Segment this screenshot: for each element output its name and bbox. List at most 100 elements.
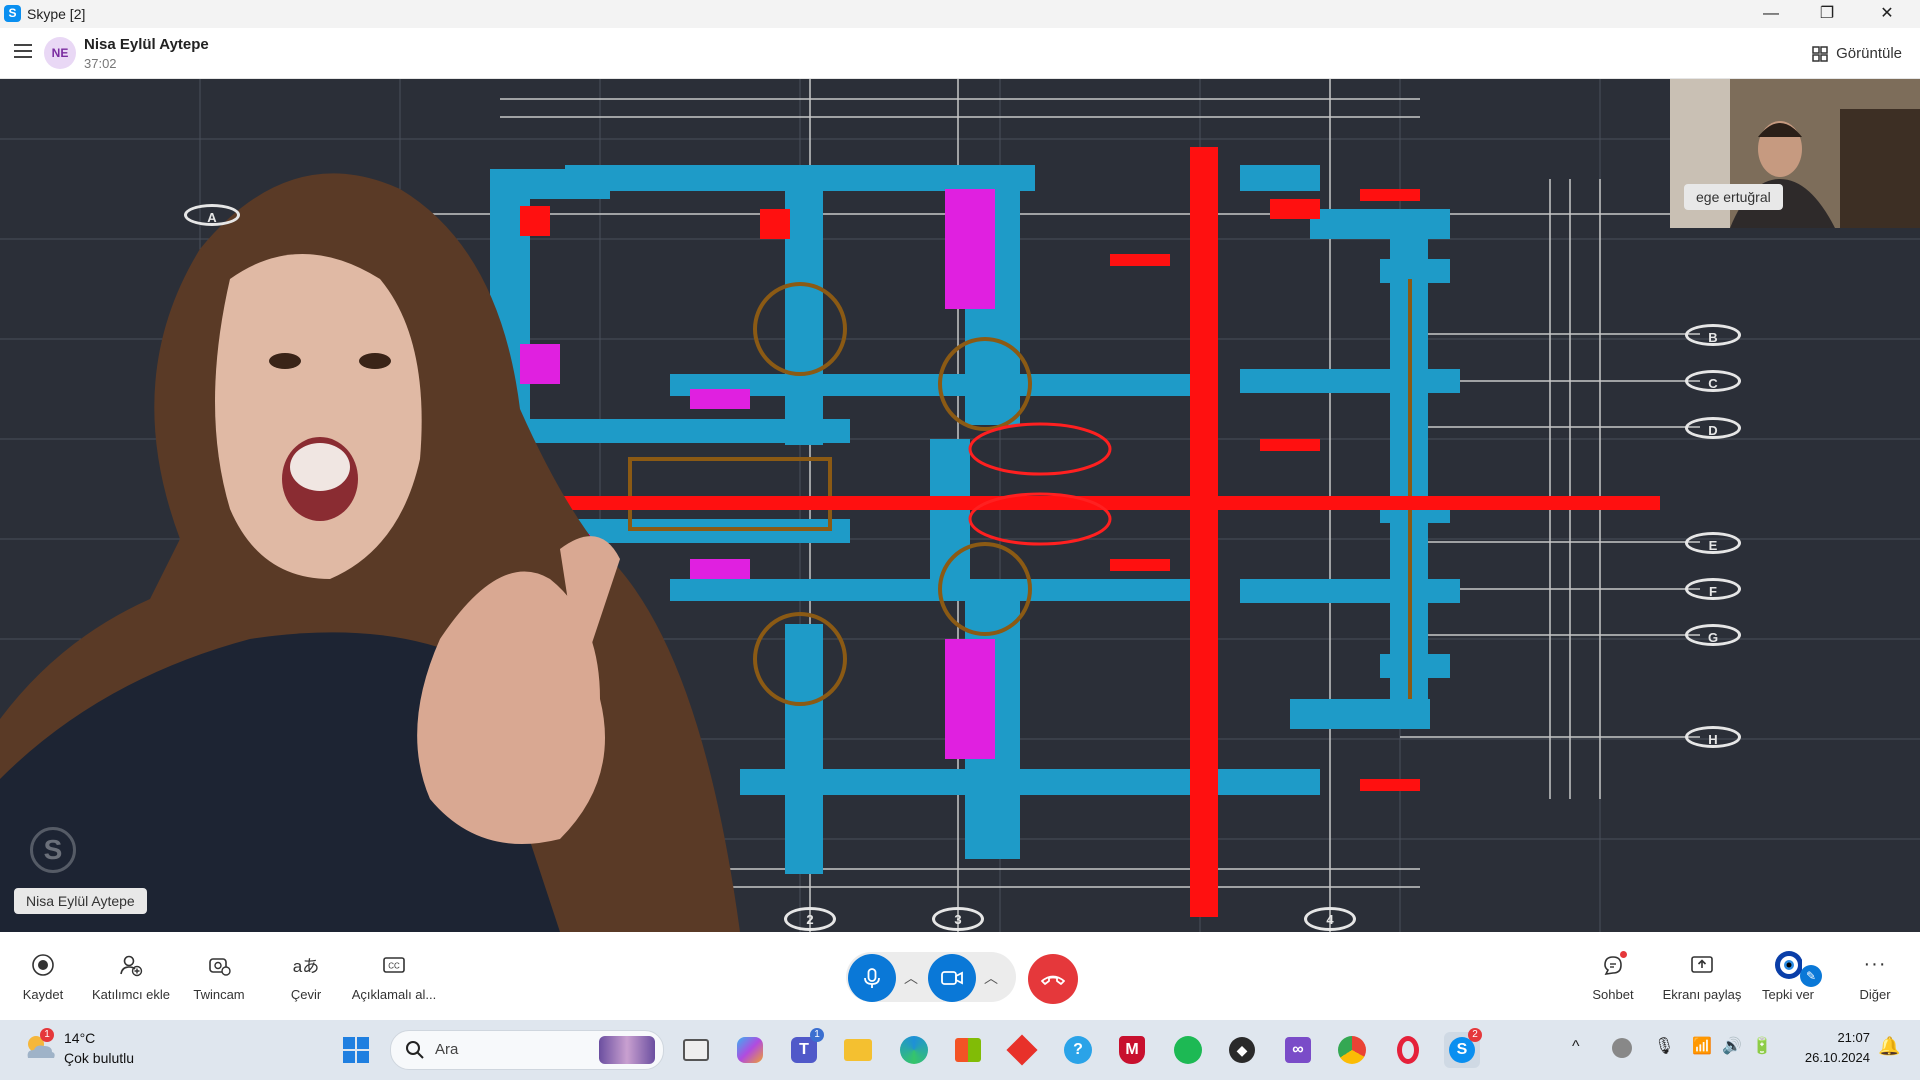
help-app[interactable]: ? <box>1060 1032 1096 1068</box>
spotify-app[interactable] <box>1170 1032 1206 1068</box>
clock-date[interactable]: 26.10.2024 <box>1790 1050 1870 1065</box>
reaction-button[interactable]: ✎ Tepki ver <box>1752 932 1824 1020</box>
view-button[interactable]: Görüntüle <box>1812 45 1902 62</box>
contact-avatar[interactable]: NE <box>44 37 76 69</box>
captions-button[interactable]: CC Açıklamalı al... <box>346 932 442 1020</box>
teams-app[interactable]: T1 <box>786 1028 824 1068</box>
grid-row-marker: C <box>1685 370 1741 392</box>
captions-label: Açıklamalı al... <box>351 986 437 1002</box>
microphone-button[interactable] <box>848 954 896 1002</box>
microphone-tray-icon[interactable]: 🎙 <box>1654 1036 1674 1056</box>
chat-icon <box>1599 950 1627 979</box>
call-timer: 37:02 <box>84 56 117 71</box>
grid-column-marker: 4 <box>1304 907 1356 931</box>
visual-studio-icon: ∞ <box>1285 1037 1311 1063</box>
grid-column-marker: 2 <box>784 907 836 931</box>
battery-icon[interactable]: 🔋 <box>1752 1036 1772 1056</box>
weather-description: Çok bulutlu <box>64 1050 135 1066</box>
tray-overflow-chevron-icon[interactable]: ^ <box>1572 1038 1580 1056</box>
add-participant-button[interactable]: Katılımcı ekle <box>86 932 176 1020</box>
store-app[interactable] <box>950 1032 986 1068</box>
reaction-icon: ✎ <box>1774 950 1822 987</box>
search-highlight-image <box>599 1036 655 1064</box>
copilot-app[interactable] <box>732 1032 768 1068</box>
window-title: Skype [2] <box>27 6 86 22</box>
start-button[interactable] <box>338 1032 374 1068</box>
shield-icon: M <box>1119 1036 1145 1064</box>
maximize-button[interactable]: ❐ <box>1804 0 1850 28</box>
hang-up-button[interactable] <box>1028 954 1078 1004</box>
grid-row-marker: G <box>1685 624 1741 646</box>
chat-label: Sohbet <box>1592 986 1634 1002</box>
more-button[interactable]: ··· Diğer <box>1842 932 1908 1020</box>
search-icon <box>406 1041 424 1059</box>
more-icon: ··· <box>1863 953 1887 975</box>
task-view-app[interactable] <box>678 1032 714 1068</box>
camera-button[interactable] <box>928 954 976 1002</box>
clock-time[interactable]: 21:07 <box>1790 1030 1870 1045</box>
diamond-app[interactable] <box>1004 1032 1040 1068</box>
weather-widget-icon[interactable]: 1 <box>22 1028 58 1062</box>
skype-app-icon: S <box>4 5 21 22</box>
mcafee-app[interactable]: M <box>1114 1032 1150 1068</box>
camera-icon <box>941 971 963 985</box>
twincam-button[interactable]: Twincam <box>184 932 254 1020</box>
share-screen-label: Ekranı paylaş <box>1662 986 1742 1002</box>
windows-taskbar: 1 14°C Çok bulutlu Ara T1 ? M ◆ ∞ S2 ^ 🎙… <box>0 1020 1920 1080</box>
edge-app[interactable] <box>896 1032 932 1068</box>
skype-badge: 2 <box>1468 1028 1482 1042</box>
weather-temperature: 14°C <box>64 1030 96 1046</box>
help-icon: ? <box>1064 1036 1092 1064</box>
onedrive-error-icon[interactable] <box>1612 1038 1632 1058</box>
main-participant-video <box>0 173 740 932</box>
store-icon <box>955 1038 981 1062</box>
grid-column-marker: 3 <box>932 907 984 931</box>
visual-studio-app[interactable]: ∞ <box>1280 1032 1316 1068</box>
wifi-icon[interactable]: 📶 <box>1692 1036 1712 1056</box>
copilot-icon <box>737 1037 763 1063</box>
window-title-bar: S Skype [2] — ❐ ✕ <box>0 0 1920 28</box>
close-button[interactable]: ✕ <box>1864 0 1910 28</box>
record-label: Kaydet <box>22 986 64 1002</box>
hamburger-menu-icon[interactable] <box>14 44 32 58</box>
self-participant-name: ege ertuğral <box>1684 184 1783 210</box>
add-participant-icon <box>117 951 145 979</box>
taskbar-search-box[interactable]: Ara <box>390 1030 664 1070</box>
chat-notification-dot <box>1620 950 1627 958</box>
translate-button[interactable]: aあ Çevir <box>270 932 342 1020</box>
opera-icon <box>1397 1036 1419 1064</box>
twincam-icon <box>205 951 233 979</box>
teams-badge: 1 <box>810 1028 824 1042</box>
chrome-app[interactable] <box>1334 1032 1370 1068</box>
share-screen-icon <box>1688 951 1716 979</box>
grid-view-icon <box>1812 45 1828 62</box>
skype-taskbar-app[interactable]: S2 <box>1444 1028 1482 1068</box>
grid-row-marker: F <box>1685 578 1741 600</box>
notification-bell-icon[interactable]: 🔔 <box>1878 1036 1900 1057</box>
file-explorer-app[interactable] <box>840 1032 876 1068</box>
volume-icon[interactable]: 🔊 <box>1722 1036 1742 1056</box>
captions-icon: CC <box>380 951 408 979</box>
spotify-icon <box>1174 1036 1202 1064</box>
chat-button[interactable]: Sohbet <box>1580 932 1646 1020</box>
unity-app[interactable]: ◆ <box>1224 1032 1260 1068</box>
minimize-button[interactable]: — <box>1748 0 1794 28</box>
main-participant-name: Nisa Eylül Aytepe <box>14 888 147 914</box>
contact-name: Nisa Eylül Aytepe <box>84 36 209 53</box>
grid-row-marker: A <box>184 204 240 226</box>
hang-up-icon <box>1041 975 1065 985</box>
camera-options-chevron-icon[interactable]: ︿ <box>984 968 998 988</box>
microphone-options-chevron-icon[interactable]: ︿ <box>904 968 918 988</box>
opera-app[interactable] <box>1390 1032 1426 1068</box>
folder-icon <box>844 1039 872 1061</box>
self-view-video[interactable]: ege ertuğral <box>1670 79 1920 228</box>
add-participant-label: Katılımcı ekle <box>91 986 171 1002</box>
red-diamond-icon <box>1006 1034 1038 1066</box>
more-label: Diğer <box>1859 986 1891 1002</box>
share-screen-button[interactable]: Ekranı paylaş <box>1656 932 1748 1020</box>
grid-row-marker: H <box>1685 726 1741 748</box>
record-button[interactable]: Kaydet <box>10 932 76 1020</box>
edit-pencil-icon: ✎ <box>1800 964 1822 987</box>
task-view-icon <box>683 1039 709 1061</box>
skype-watermark-icon: S <box>30 827 76 873</box>
